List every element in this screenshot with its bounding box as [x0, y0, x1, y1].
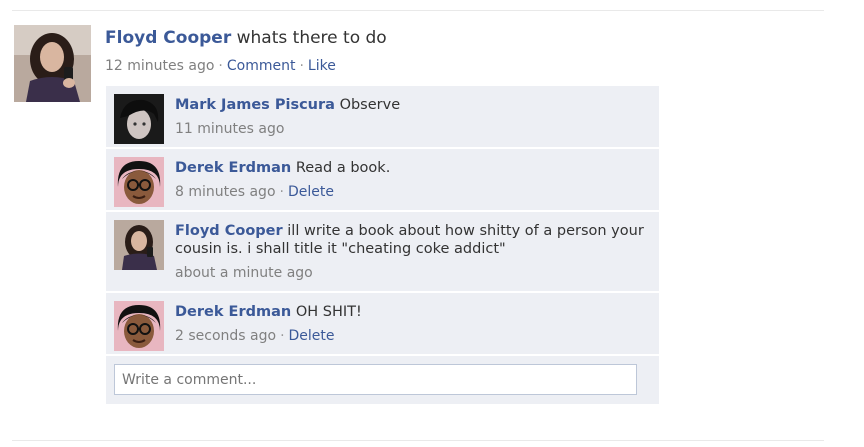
comment-list: Mark James Piscura Observe 11 minutes ag…	[106, 86, 659, 404]
comment-input[interactable]	[114, 364, 637, 395]
comment-timestamp: 11 minutes ago	[175, 121, 285, 137]
commenter-avatar[interactable]	[114, 301, 164, 351]
comment-link[interactable]: Comment	[227, 58, 296, 74]
post-meta: 12 minutes ago · Comment · Like	[105, 58, 805, 74]
comment-text-line-1: ill write a book about how shitty of a p…	[287, 223, 644, 239]
separator: ·	[299, 58, 304, 74]
separator: ·	[280, 328, 285, 344]
commenter-name[interactable]: Mark James Piscura	[175, 97, 335, 113]
delete-comment-link[interactable]: Delete	[289, 328, 335, 344]
commenter-name[interactable]: Floyd Cooper	[175, 223, 283, 239]
comment-timestamp: 8 minutes ago	[175, 184, 276, 200]
commenter-avatar[interactable]	[114, 157, 164, 207]
comment-text: Read a book.	[295, 160, 391, 176]
delete-comment-link[interactable]: Delete	[288, 184, 334, 200]
post-message: whats there to do	[236, 28, 387, 48]
post-header: Floyd Cooper whats there to do 12 minute…	[105, 27, 805, 74]
separator: ·	[279, 184, 284, 200]
separator: ·	[218, 58, 223, 74]
post-line: Floyd Cooper whats there to do	[105, 27, 805, 49]
comment-item: Floyd Cooper ill write a book about how …	[106, 212, 659, 293]
comment-item: Derek Erdman Read a book. 8 minutes ago ·…	[106, 149, 659, 212]
commenter-avatar[interactable]	[114, 94, 164, 144]
comment-item: Derek Erdman OH SHIT! 2 seconds ago · Dele…	[106, 293, 659, 356]
post-author-avatar[interactable]	[14, 25, 91, 102]
comment-text: OH SHIT!	[295, 304, 362, 320]
comment-timestamp: 2 seconds ago	[175, 328, 277, 344]
comment-item: Mark James Piscura Observe 11 minutes ag…	[106, 86, 659, 149]
commenter-avatar[interactable]	[114, 220, 164, 270]
top-divider	[12, 10, 824, 11]
post-author-link[interactable]: Floyd Cooper	[105, 28, 231, 48]
post-timestamp[interactable]: 12 minutes ago	[105, 58, 214, 74]
comment-timestamp: about a minute ago	[175, 265, 313, 281]
comment-text-line-2: cousin is. i shall title it "cheating co…	[175, 241, 506, 257]
like-link[interactable]: Like	[308, 58, 336, 74]
commenter-name[interactable]: Derek Erdman	[175, 160, 291, 176]
bottom-divider	[12, 440, 824, 441]
write-comment-box	[106, 356, 659, 404]
comment-text: Observe	[339, 97, 401, 113]
commenter-name[interactable]: Derek Erdman	[175, 304, 291, 320]
